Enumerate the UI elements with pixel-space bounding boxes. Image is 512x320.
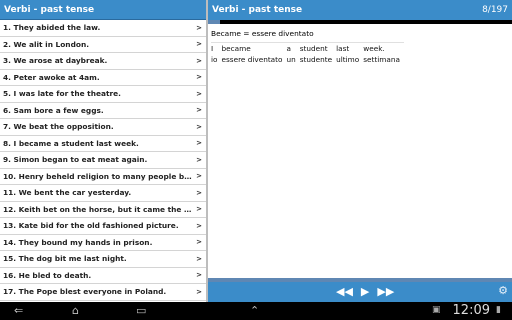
settings-icon[interactable]: ⚙ [498, 284, 508, 297]
list-item[interactable]: 2. We alit in London. > [0, 37, 206, 53]
english-word: week. [363, 44, 385, 53]
chevron-right-icon: > [196, 40, 202, 49]
chevron-right-icon: > [196, 172, 202, 181]
list-item[interactable]: 13. Kate bid for the old fashioned pictu… [0, 218, 206, 235]
back-icon[interactable]: ⇐ [14, 303, 23, 319]
italian-word: ultimo [336, 55, 360, 64]
chevron-right-icon: > [196, 238, 202, 247]
chevron-right-icon: > [196, 205, 202, 214]
sentence-text: 16. He bled to death. [3, 270, 92, 280]
sentence-text: 4. Peter awoke at 4am. [3, 72, 100, 82]
english-word: student [299, 44, 328, 53]
notification-icon[interactable]: ▣ [432, 305, 441, 315]
list-item[interactable]: 9. Simon began to eat meat again. > [0, 152, 206, 169]
rewind-icon[interactable]: ◀◀ [336, 284, 353, 300]
italian-word: essere diventato [221, 55, 283, 64]
progress-bar [208, 20, 512, 24]
sentence-text: 9. Simon began to eat meat again. [3, 155, 148, 165]
detail-header: Verbi - past tense 8/197 [208, 0, 512, 20]
playback-buttons: ◀◀ ▶ ▶▶ [336, 282, 394, 302]
sentence-text: 2. We alit in London. [3, 39, 90, 49]
chevron-right-icon: > [196, 23, 202, 32]
sentence-text: 12. Keith bet on the horse, but it came … [3, 204, 193, 214]
play-icon[interactable]: ▶ [361, 284, 369, 300]
english-word: I [211, 44, 214, 53]
sentence-text: 8. I became a student last week. [3, 138, 139, 148]
chevron-right-icon: > [196, 89, 202, 98]
home-icon[interactable]: ⌂ [72, 303, 79, 319]
english-word: became [221, 44, 251, 53]
sentence-list: 1. They abided the law. >2. We alit in Lo… [0, 20, 206, 301]
english-row: Ibecame a student last week. [211, 43, 404, 55]
list-item[interactable]: 11. We bent the car yesterday. > [0, 185, 206, 202]
fast-forward-icon[interactable]: ▶▶ [377, 284, 394, 300]
list-item[interactable]: 4. Peter awoke at 4am. > [0, 70, 206, 86]
chevron-right-icon: > [196, 122, 202, 131]
sentence-text: 15. The dog bit me last night. [3, 254, 127, 264]
recent-apps-icon[interactable]: ▭ [136, 303, 146, 319]
sentence-text: 10. Henry beheld religion to many people… [3, 171, 193, 181]
sentence-text: 5. I was late for the theatre. [3, 89, 121, 99]
playback-controls: ◀◀ ▶ ▶▶ ⚙ [208, 278, 512, 302]
sentence-text: 11. We bent the car yesterday. [3, 188, 132, 198]
sentence-text: 14. They bound my hands in prison. [3, 237, 153, 247]
chevron-right-icon: > [196, 139, 202, 148]
chevron-right-icon: > [196, 221, 202, 230]
menu-up-icon[interactable]: ⌃ [250, 303, 259, 319]
system-bar: ⇐ ⌂ ▭ ⌃ ▣ 12:09 ▮ [0, 302, 512, 320]
sentence-text: 13. Kate bid for the old fashioned pictu… [3, 221, 179, 231]
detail-title: Verbi - past tense [212, 5, 303, 15]
word-alignment-table: Ibecame a student last week. io essere divent… [211, 42, 404, 65]
list-item[interactable]: 6. Sam bore a few eggs. > [0, 103, 206, 119]
italian-word: studente [299, 55, 333, 64]
chevron-right-icon: > [196, 155, 202, 164]
list-item[interactable]: 1. They abided the law. > [0, 20, 206, 37]
list-item[interactable]: 5. I was late for the theatre. > [0, 86, 206, 103]
sentence-text: 7. We beat the opposition. [3, 122, 114, 132]
list-item[interactable]: 10. Henry beheld religion to many people… [0, 169, 206, 185]
clock: 12:09 [452, 303, 490, 318]
sentence-list-pane: Verbi - past tense 1. They abided the la… [0, 0, 206, 302]
italian-row: io essere diventato un studente ultimo settim… [211, 54, 404, 65]
italian-word: un [286, 55, 296, 64]
list-header: Verbi - past tense [0, 0, 206, 20]
chevron-right-icon: > [196, 73, 202, 82]
list-item[interactable]: 17. The Pope blest everyone in Poland. > [0, 284, 206, 301]
chevron-right-icon: > [196, 56, 202, 65]
chevron-right-icon: > [196, 254, 202, 263]
list-item[interactable]: 16. He bled to death. > [0, 268, 206, 284]
list-item[interactable]: 14. They bound my hands in prison. > [0, 235, 206, 251]
card-counter: 8/197 [482, 5, 508, 15]
sentence-text: 3. We arose at daybreak. [3, 56, 108, 66]
translation-content: Became = essere diventato Ibecame a studen… [208, 24, 512, 68]
italian-word: settimana [363, 55, 400, 64]
english-word: a [286, 44, 291, 53]
list-item[interactable]: 7. We beat the opposition. > [0, 119, 206, 136]
list-item[interactable]: 3. We arose at daybreak. > [0, 53, 206, 70]
chevron-right-icon: > [196, 106, 202, 115]
sentence-text: 6. Sam bore a few eggs. [3, 105, 104, 115]
progress-fill [208, 20, 221, 24]
battery-icon: ▮ [496, 305, 501, 315]
chevron-right-icon: > [196, 271, 202, 280]
sentence-text: 1. They abided the law. [3, 23, 101, 33]
detail-pane: Verbi - past tense 8/197 Became = essere… [208, 0, 512, 302]
chevron-right-icon: > [196, 188, 202, 197]
translation-line: Became = essere diventato [211, 29, 314, 38]
english-word: last [336, 44, 350, 53]
list-item[interactable]: 12. Keith bet on the horse, but it came … [0, 202, 206, 218]
list-item[interactable]: 15. The dog bit me last night. > [0, 251, 206, 268]
italian-word: io [211, 55, 218, 64]
list-item[interactable]: 8. I became a student last week. > [0, 136, 206, 152]
chevron-right-icon: > [196, 287, 202, 296]
sentence-text: 17. The Pope blest everyone in Poland. [3, 287, 167, 297]
